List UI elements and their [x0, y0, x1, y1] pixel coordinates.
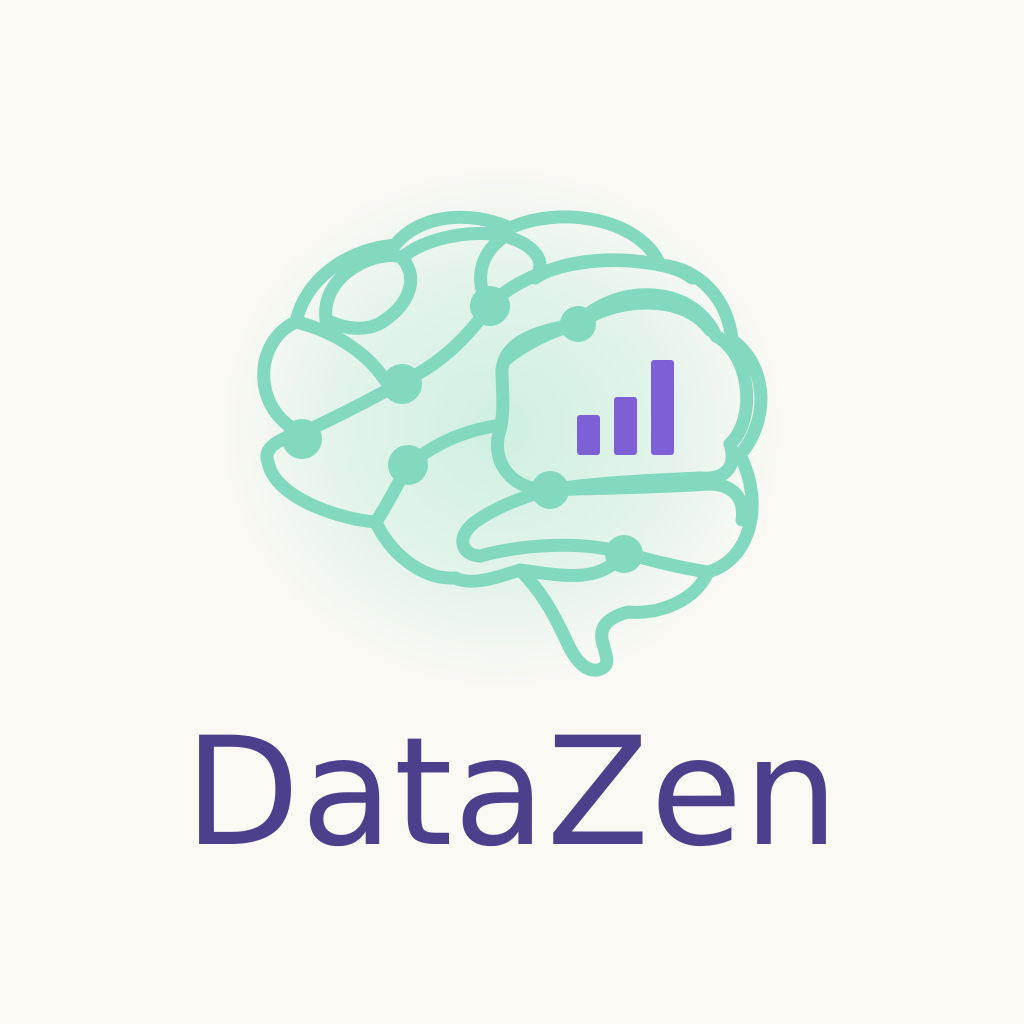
- node-2: [560, 306, 596, 342]
- node-7: [605, 535, 643, 573]
- node-1: [470, 286, 510, 326]
- datazen-logo: DataZen: [0, 0, 1024, 1024]
- node-5: [388, 445, 428, 485]
- node-4: [282, 419, 322, 459]
- brain-outline: [257, 210, 768, 677]
- node-3: [382, 364, 422, 404]
- brand-wordmark: DataZen: [184, 706, 840, 880]
- node-6: [531, 471, 569, 509]
- bar-medium: [614, 397, 637, 455]
- bar-chart-icon: [577, 360, 674, 455]
- bar-tall: [651, 360, 674, 455]
- bar-short: [577, 415, 600, 455]
